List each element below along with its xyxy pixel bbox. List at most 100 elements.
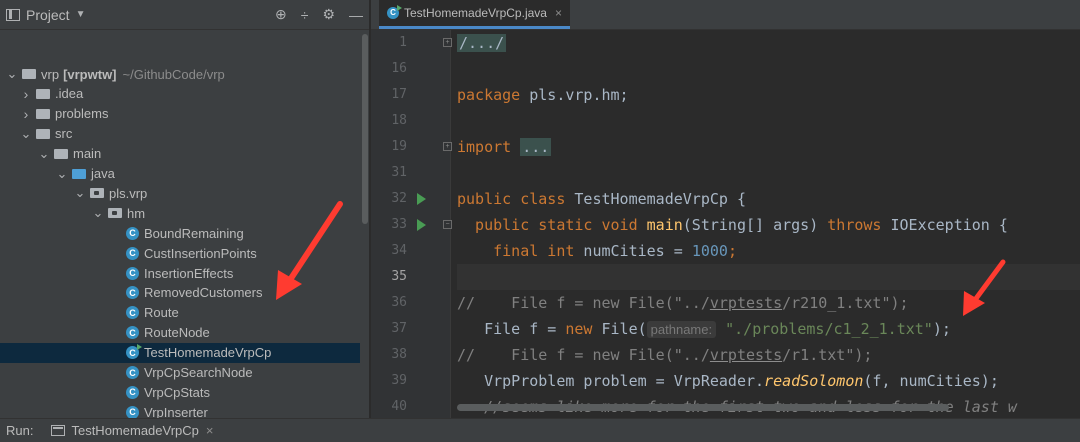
run-gutter-icon[interactable] [417,193,426,205]
folded-imports[interactable]: ... [520,138,552,156]
code-line-34[interactable]: final int numCities = 1000; [457,238,1080,264]
token-text: File( [592,320,647,338]
code-line-38[interactable]: // File f = new File("../vrptests/r1.txt… [457,342,1080,368]
token-keyword: public static void [457,216,638,234]
code-line-1[interactable]: /.../ [457,30,1080,56]
code-line-17[interactable]: package pls.vrp.hm; [457,82,1080,108]
token-text: (String[] args) [682,216,828,234]
code-line-32[interactable]: public class TestHomemadeVrpCp { [457,186,1080,212]
project-panel: Project ▼ ⊕ ÷ ⚙ — ⌄ vrp [vrpwtw] ~/GithubCo… [0,0,370,440]
tree-item-label: main [73,146,102,162]
tree-item-problems[interactable]: › problems [0,104,360,124]
project-header: Project ▼ ⊕ ÷ ⚙ — [0,0,369,30]
line-number[interactable]: 34 [371,238,407,264]
run-gutter-icon[interactable] [417,219,426,231]
tree-item--idea[interactable]: › .idea [0,84,360,104]
collapse-icon[interactable]: ÷ [301,7,309,23]
chevron-right-icon[interactable]: › [20,86,32,102]
class-icon: C [126,344,142,360]
code-line-35-current[interactable] [457,264,1080,290]
line-number[interactable]: 33 [371,212,407,238]
project-title[interactable]: Project [26,7,70,23]
tree-item-routenode[interactable]: C RouteNode [0,323,360,343]
folder-icon [54,148,68,159]
class-icon: C [126,286,139,300]
code-line-33[interactable]: public static void main(String[] args) t… [457,212,1080,238]
chevron-right-icon[interactable]: › [20,106,32,122]
class-icon: C [126,326,139,340]
tree-item-vrpcpstats[interactable]: C VrpCpStats [0,382,360,402]
line-number[interactable]: 38 [371,342,407,368]
token-comment-typo: vrptests [709,346,783,364]
tree-item-testhomemadevrpcp[interactable]: C TestHomemadeVrpCp [0,342,360,363]
token-text: File f = [457,320,566,338]
chevron-down-icon[interactable]: ⌄ [74,185,86,201]
tree-item-vrpcpsearchnode[interactable]: C VrpCpSearchNode [0,363,360,383]
chevron-down-icon[interactable]: ⌄ [92,205,104,221]
token-keyword: final int [457,242,575,260]
tree-item-main[interactable]: ⌄ main [0,144,360,164]
fold-toggle-icon[interactable]: − [443,220,452,229]
line-number[interactable]: 18 [371,108,407,134]
chevron-down-icon[interactable]: ▼ [76,9,86,20]
tree-item-label: .idea [55,86,84,102]
tree-item-label: CustInsertionPoints [144,245,257,261]
close-icon[interactable]: × [206,423,214,438]
token-keyword: public class [457,190,566,208]
package-icon [108,208,122,219]
tree-item-pls-vrp[interactable]: ⌄ pls.vrp [0,183,360,203]
code-line-19[interactable]: import ... [457,134,1080,160]
tree-item-src[interactable]: ⌄ src [0,124,360,144]
code-line-36[interactable]: // File f = new File("../vrptests/r210_1… [457,290,1080,316]
tree-item-java[interactable]: ⌄ java [0,164,360,184]
fold-toggle-icon[interactable]: + [443,38,452,47]
tree-item-boundremaining[interactable]: C BoundRemaining [0,223,360,243]
line-number[interactable]: 37 [371,316,407,342]
line-number[interactable]: 40 [371,394,407,420]
chevron-down-icon[interactable]: ⌄ [56,166,68,182]
line-number[interactable]: 36 [371,290,407,316]
chevron-down-icon[interactable]: ⌄ [38,146,50,162]
tree-item-label: java [91,166,115,181]
code-line-16[interactable] [457,56,1080,82]
code-line-31[interactable] [457,160,1080,186]
editor-tab-bar: C TestHomemadeVrpCp.java × [371,0,1080,30]
tree-item-removedcustomers[interactable]: C RemovedCustomers [0,283,360,303]
token-comment: // File f = new File("../ [457,346,710,364]
line-number[interactable]: 19 [371,134,407,160]
line-number[interactable]: 39 [371,368,407,394]
close-icon[interactable]: × [555,6,562,20]
locate-icon[interactable]: ⊕ [275,6,287,23]
fold-toggle-icon[interactable]: + [443,142,452,151]
tree-scrollbar[interactable] [362,34,368,224]
code-line-18[interactable] [457,108,1080,134]
class-icon: C [126,366,139,379]
editor-tab-active[interactable]: C TestHomemadeVrpCp.java × [379,0,570,29]
package-icon [90,188,104,199]
chevron-down-icon[interactable]: ⌄ [20,126,32,142]
tree-item-label: RemovedCustomers [144,285,263,301]
class-icon: C [126,306,139,320]
tree-item-custinsertionpoints[interactable]: C CustInsertionPoints [0,243,360,263]
line-number[interactable]: 32 [371,186,407,212]
folder-icon [72,168,86,179]
editor-horizontal-scrollbar[interactable] [457,404,949,411]
editor-gutter: 1 16 17 18 19 31 32 33 34 35 36 37 38 39 40 + + − [371,30,452,420]
tree-item-hm[interactable]: ⌄ hm [0,203,360,223]
tree-item-vrp[interactable]: ⌄ vrp [vrpwtw] ~/GithubCode/vrp [0,64,360,84]
settings-gear-icon[interactable]: ⚙ [322,6,335,23]
run-tab[interactable]: TestHomemadeVrpCp × [51,423,213,438]
chevron-down-icon[interactable]: ⌄ [6,66,18,82]
code-area[interactable]: /.../ package pls.vrp.hm; import ... pub… [457,30,1080,418]
line-number[interactable]: 31 [371,160,407,186]
hide-panel-icon[interactable]: — [349,7,363,23]
line-number[interactable]: 1 [371,30,407,56]
line-number[interactable]: 35 [371,264,407,290]
code-line-37[interactable]: File f = new File(pathname: "./problems/… [457,316,1080,342]
line-number[interactable]: 16 [371,56,407,82]
line-number[interactable]: 17 [371,82,407,108]
tree-item-insertioneffects[interactable]: C InsertionEffects [0,263,360,283]
tree-item-route[interactable]: C Route [0,303,360,323]
code-line-39[interactable]: VrpProblem problem = VrpReader.readSolom… [457,368,1080,394]
folded-header[interactable]: /.../ [457,34,507,52]
